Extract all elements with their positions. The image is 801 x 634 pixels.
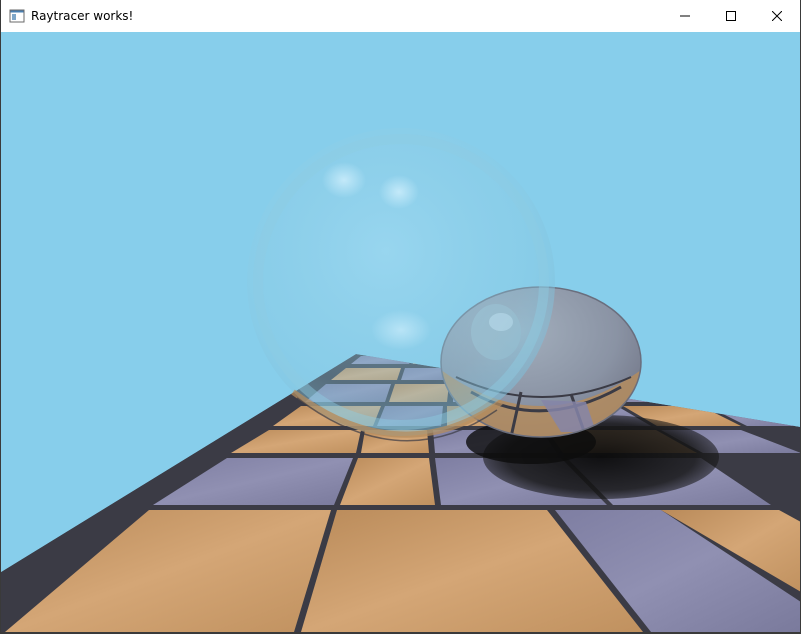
window-title: Raytracer works! bbox=[31, 9, 134, 23]
maximize-icon bbox=[726, 11, 736, 21]
title-bar[interactable]: Raytracer works! bbox=[1, 0, 800, 32]
close-button[interactable] bbox=[754, 0, 800, 32]
window-controls bbox=[662, 0, 800, 32]
close-icon bbox=[772, 11, 782, 21]
app-window: Raytracer works! bbox=[0, 0, 801, 634]
maximize-button[interactable] bbox=[708, 0, 754, 32]
raytraced-scene bbox=[1, 32, 800, 632]
minimize-button[interactable] bbox=[662, 0, 708, 32]
render-viewport[interactable] bbox=[1, 32, 800, 632]
app-window-icon bbox=[9, 9, 25, 23]
minimize-icon bbox=[680, 15, 690, 17]
